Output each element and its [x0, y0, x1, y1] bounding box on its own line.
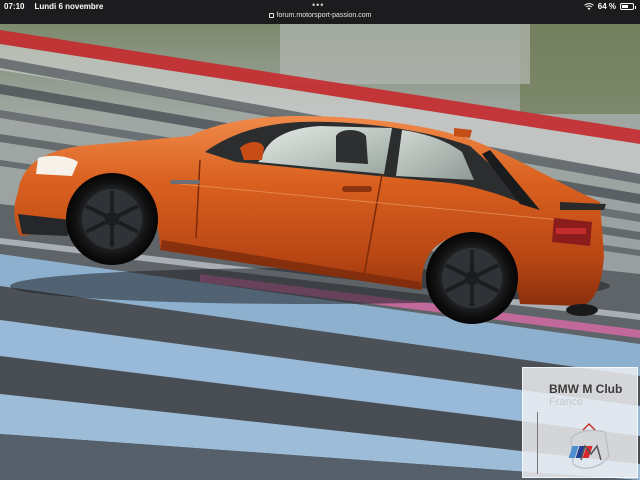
status-date: Lundi 6 novembre	[34, 2, 104, 11]
rear-wheel	[426, 232, 518, 324]
battery-fill	[622, 5, 629, 8]
battery-icon	[620, 3, 636, 10]
watermark-divider	[537, 412, 538, 474]
lock-icon	[268, 13, 274, 18]
watermark-subtitle: France	[549, 396, 584, 408]
wifi-icon	[584, 3, 594, 10]
watermark-title: BMW M Club	[549, 382, 623, 396]
address-url: forum.motorsport-passion.com	[276, 12, 372, 19]
status-bar: 07:10 Lundi 6 novembre ••• forum.motorsp…	[0, 0, 640, 24]
battery-percent: 64 %	[597, 2, 616, 11]
address-bar[interactable]: forum.motorsport-passion.com	[0, 12, 640, 19]
bmw-club-watermark: BMW M Club France	[522, 367, 638, 478]
status-right: 64 %	[584, 2, 636, 11]
status-left: 07:10 Lundi 6 novembre	[4, 2, 103, 11]
car-photo: BMW M Club France	[0, 24, 640, 480]
more-dots-icon[interactable]: •••	[312, 0, 324, 10]
status-time: 07:10	[4, 2, 25, 11]
bmw-m-logo-icon	[568, 422, 610, 469]
front-wheel	[66, 173, 158, 265]
